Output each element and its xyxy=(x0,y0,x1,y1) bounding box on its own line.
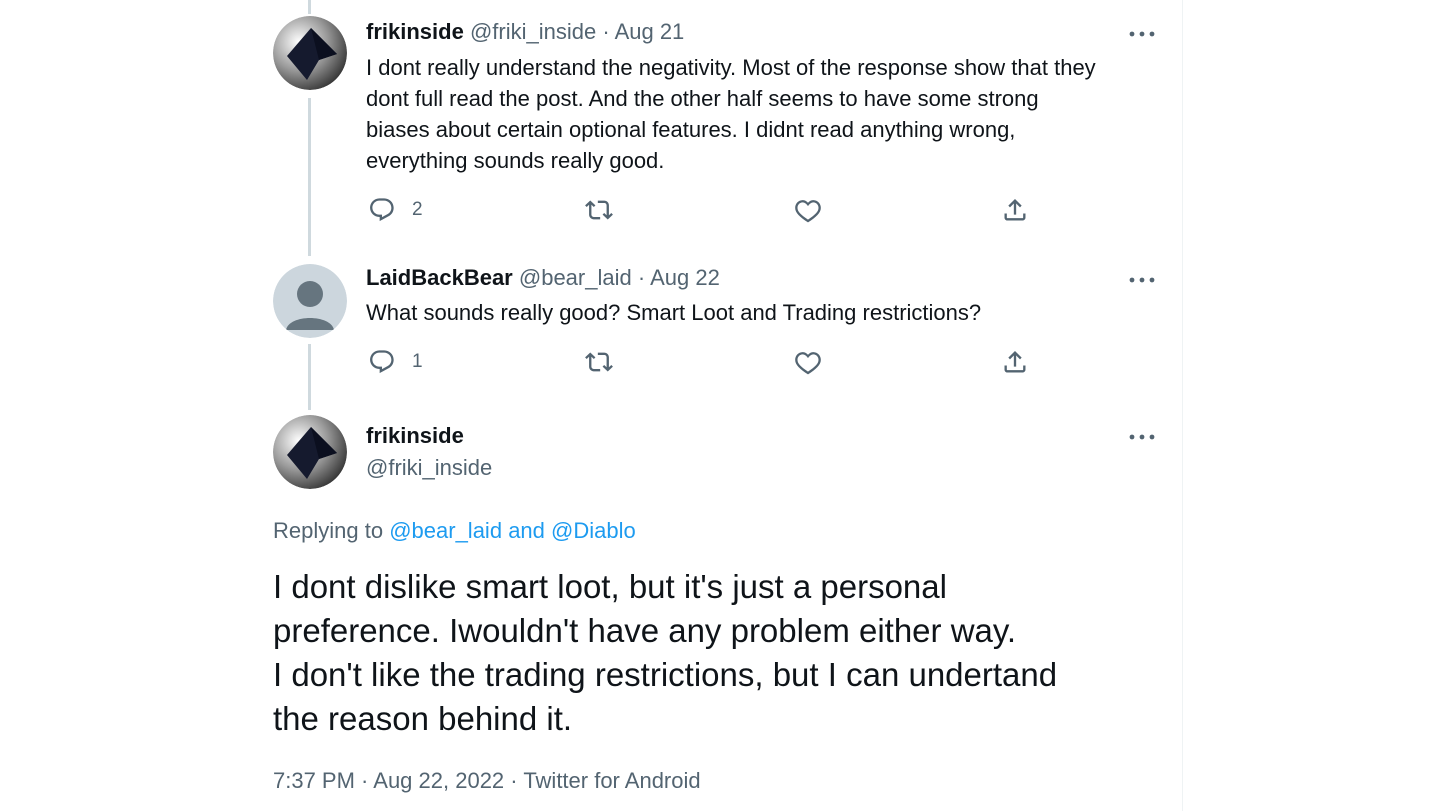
share-icon xyxy=(1004,351,1026,373)
display-name[interactable]: LaidBackBear xyxy=(366,265,513,290)
share-button[interactable] xyxy=(1001,348,1029,376)
display-name[interactable]: frikinside xyxy=(366,423,464,448)
thread-line-1 xyxy=(308,98,311,256)
more-icon[interactable] xyxy=(1128,427,1156,447)
main-tweet-text: I dont dislike smart loot, but it's just… xyxy=(273,565,1173,741)
share-icon xyxy=(1004,199,1026,221)
tweet-2-header: LaidBackBear @bear_laid · Aug 22 xyxy=(366,264,720,292)
timestamp[interactable]: Aug 21 xyxy=(615,19,685,44)
like-icon xyxy=(795,200,821,223)
reply-count: 2 xyxy=(412,199,423,220)
reply-button[interactable]: 2 xyxy=(368,196,423,224)
tweet-text-line: preference. Iwouldn't have any problem e… xyxy=(273,612,1017,649)
retweet-button[interactable] xyxy=(584,196,614,224)
tweet-text-line: biases about certain optional features. … xyxy=(366,117,1016,142)
tweet-text-line: I dont really understand the negativity.… xyxy=(366,55,1096,80)
tweet-text-line: I don't like the trading restrictions, b… xyxy=(273,656,1058,693)
tweet-metadata[interactable]: 7:37 PM · Aug 22, 2022 · Twitter for And… xyxy=(273,766,701,796)
main-tweet-name[interactable]: frikinside xyxy=(366,422,464,450)
like-icon xyxy=(795,352,821,375)
avatar-laidbackbear[interactable] xyxy=(273,264,347,338)
tweet-2-text: What sounds really good? Smart Loot and … xyxy=(366,297,1166,328)
thread-line-top xyxy=(308,0,311,14)
separator: · xyxy=(637,265,646,290)
more-icon[interactable] xyxy=(1128,270,1156,290)
tweet-1-text: I dont really understand the negativity.… xyxy=(366,52,1166,176)
handle[interactable]: @bear_laid xyxy=(519,265,632,290)
reply-button[interactable]: 1 xyxy=(368,348,423,376)
mention-link[interactable]: @bear_laid xyxy=(389,518,502,543)
replying-to: Replying to @bear_laid and @Diablo xyxy=(273,516,636,546)
like-button[interactable] xyxy=(794,196,822,224)
retweet-icon xyxy=(585,352,613,372)
tweet-text-line: What sounds really good? Smart Loot and … xyxy=(366,300,982,325)
retweet-button[interactable] xyxy=(584,348,614,376)
tweet-1-header: frikinside @friki_inside · Aug 21 xyxy=(366,18,684,46)
separator: · xyxy=(602,19,610,44)
mention-link[interactable]: @Diablo xyxy=(551,518,636,543)
avatar-frikinside-main[interactable] xyxy=(273,415,347,489)
timestamp[interactable]: Aug 22 xyxy=(650,265,720,290)
reply-icon xyxy=(370,350,394,374)
tweet-text-line: dont full read the post. And the other h… xyxy=(366,86,1039,111)
tweet-text-line: the reason behind it. xyxy=(273,700,573,737)
thread-line-2 xyxy=(308,344,311,410)
replying-prefix: Replying to xyxy=(273,518,384,543)
tweet-text-line: everything sounds really good. xyxy=(366,148,665,173)
main-tweet-handle[interactable]: @friki_inside xyxy=(366,454,492,482)
reply-icon xyxy=(370,198,394,222)
reply-count: 1 xyxy=(412,351,423,372)
like-button[interactable] xyxy=(794,348,822,376)
display-name[interactable]: frikinside xyxy=(366,19,464,44)
replying-and[interactable]: and xyxy=(508,518,545,543)
retweet-icon xyxy=(585,200,613,220)
avatar-frikinside[interactable] xyxy=(273,16,347,90)
more-icon[interactable] xyxy=(1128,24,1156,44)
share-button[interactable] xyxy=(1001,196,1029,224)
handle[interactable]: @friki_inside xyxy=(470,19,596,44)
tweet-text-line: I dont dislike smart loot, but it's just… xyxy=(273,568,947,605)
